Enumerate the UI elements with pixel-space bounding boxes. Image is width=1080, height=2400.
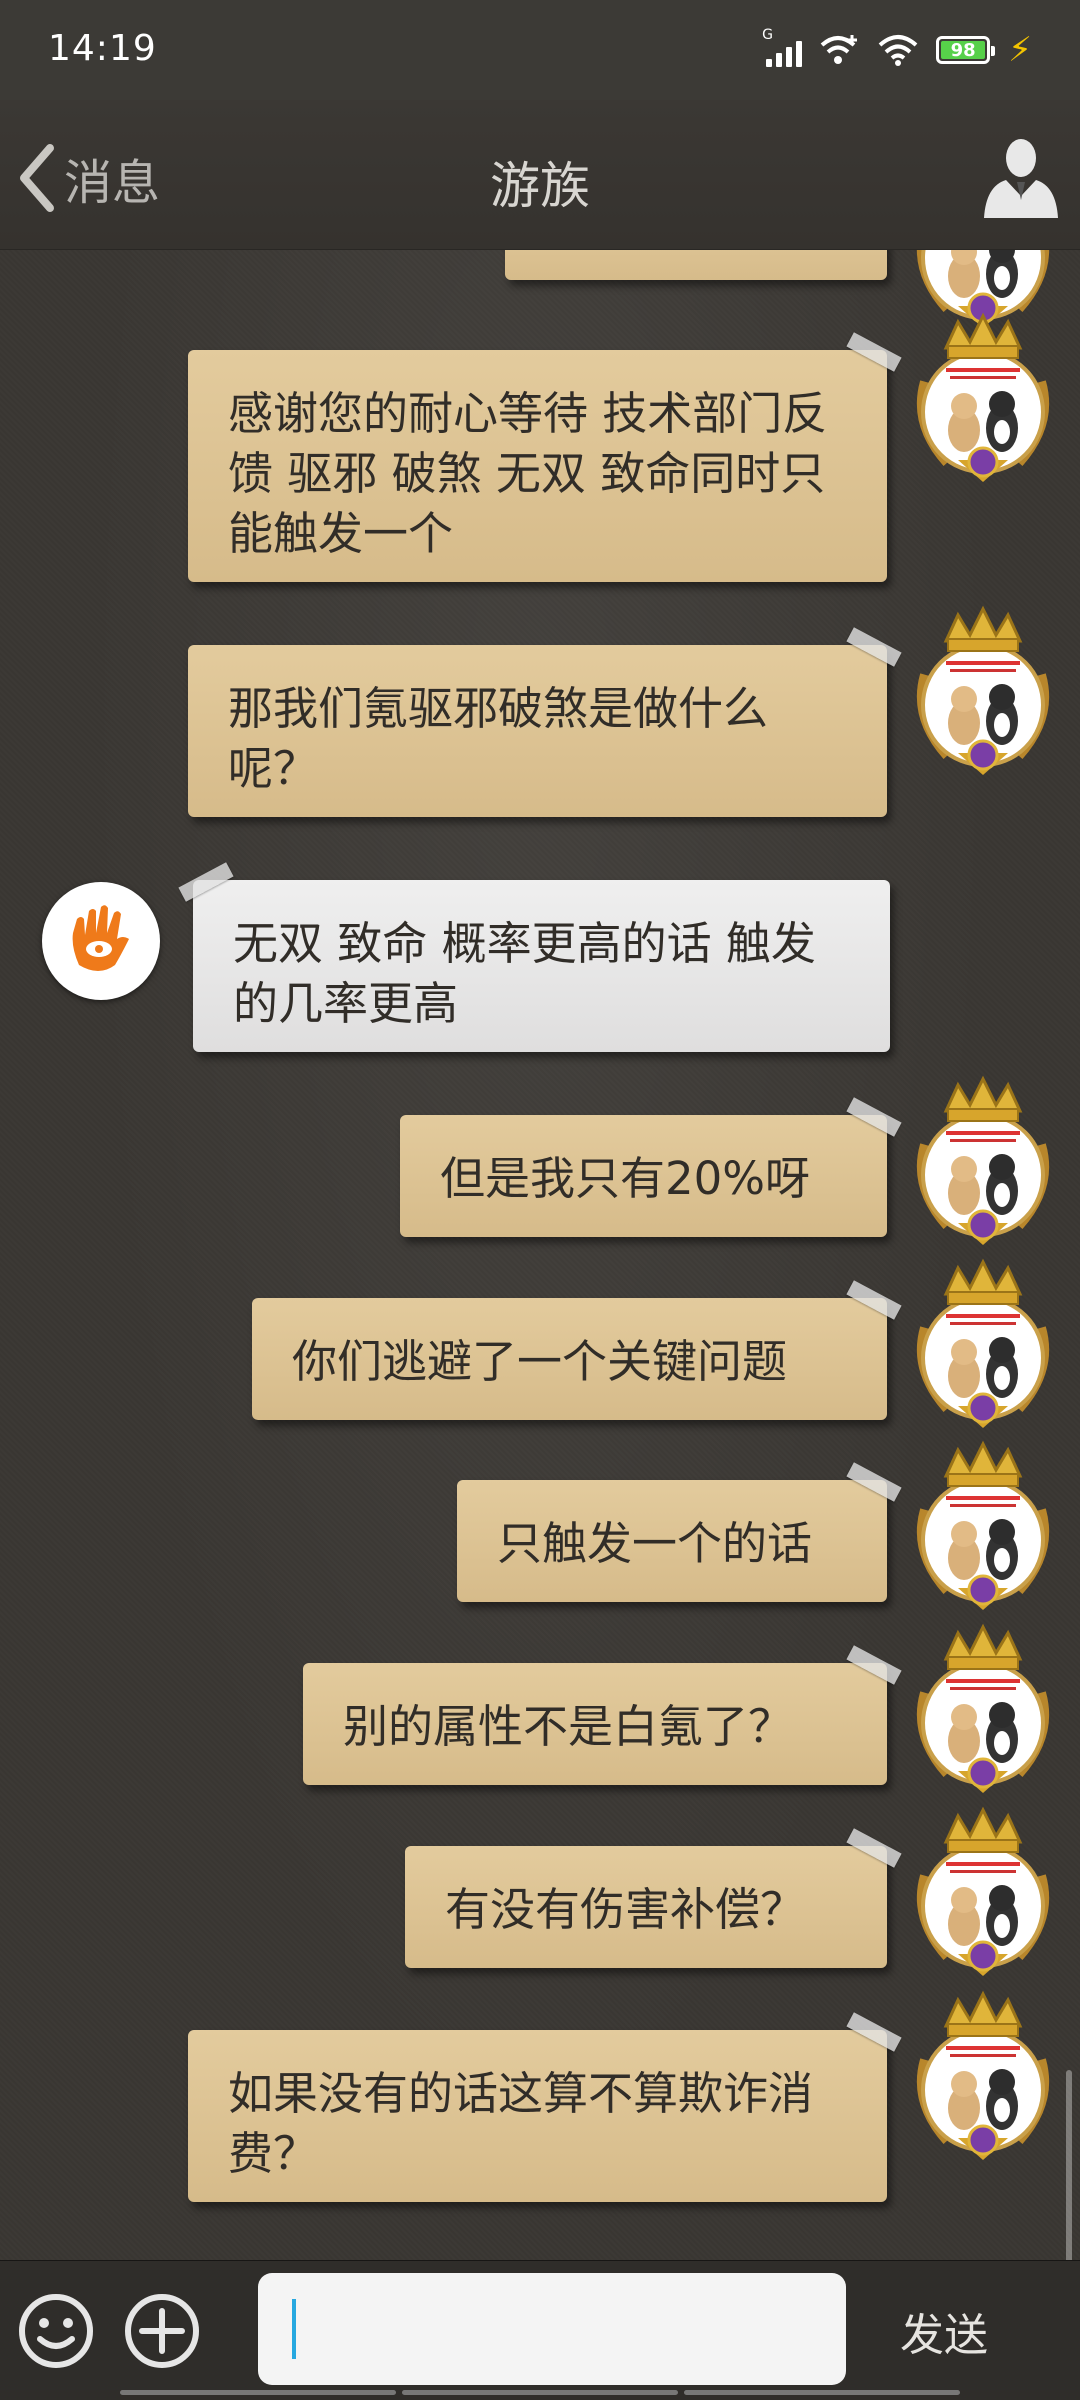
message-bubble: 但是我只有20%呀 [400,1097,902,1237]
status-bar: 14:19 G 98 ⚡ [0,0,1080,100]
battery-icon: 98 [936,36,996,64]
battery-level: 98 [950,39,976,61]
user-avatar [908,605,1058,777]
message-text: 你们逃避了一个关键问题 [292,1335,788,1388]
message-bubble: 那我们氪驱邪破煞是做什么呢？ [188,627,902,817]
message-text: 无双 致命 概率更高的话 触发的几率更高 [233,917,816,1030]
message-text: 感谢您的耐心等待 技术部门反馈 驱邪 破煞 无双 致命同时只能触发一个 [228,387,828,560]
message-text: 那我们氪驱邪破煞是做什么呢？ [228,682,769,795]
user-avatar [908,1806,1058,1978]
message-text: 只触发一个的话 [497,1517,813,1570]
wifi-plus-icon [820,35,858,64]
message-bubble: 有没有伤害补偿？ [405,1828,902,1968]
user-avatar [908,312,1058,484]
message-bubble: 别的属性不是白氪了？ [303,1645,902,1785]
service-avatar[interactable] [42,882,160,1000]
message-bubble: 无双 致命 概率更高的话 触发的几率更高 [178,862,890,1052]
gesture-bar [0,2390,1080,2400]
wifi-icon [878,35,918,66]
hand-logo-icon [72,905,129,971]
user-avatar [908,1258,1058,1430]
network-type: G [762,27,773,43]
message-bubble: 如果没有的话这算不算欺诈消费？ [188,2012,902,2202]
user-avatar [908,1075,1058,1247]
message-text: 别的属性不是白氪了？ [343,1700,794,1753]
message-text: 有没有伤害补偿？ [445,1883,806,1936]
message-input[interactable] [258,2273,846,2385]
user-avatar [908,1990,1058,2162]
nav-header: 消息 游族 [0,100,1080,250]
status-icons: G 98 ⚡ [762,27,1032,70]
user-avatar [908,1440,1058,1612]
user-silhouette-icon[interactable] [976,130,1066,220]
message-bubble-partial [505,250,887,280]
plus-circle-icon[interactable] [122,2291,202,2371]
cell-signal-icon: G [762,27,803,67]
send-button[interactable]: 发送 [900,2299,988,2363]
message-bubble: 你们逃避了一个关键问题 [252,1280,902,1420]
charging-icon: ⚡ [1008,30,1032,70]
user-avatar [908,1623,1058,1795]
message-bubble: 只触发一个的话 [457,1462,902,1602]
message-text: 如果没有的话这算不算欺诈消费？ [228,2067,814,2180]
page-title: 游族 [490,157,590,215]
message-bubble: 感谢您的耐心等待 技术部门反馈 驱邪 破煞 无双 致命同时只能触发一个 [188,332,902,582]
input-bar: 发送 [0,2260,1080,2400]
message-list[interactable]: 感谢您的耐心等待 技术部门反馈 驱邪 破煞 无双 致命同时只能触发一个 那我们氪… [0,250,1080,2260]
smiley-icon[interactable] [16,2291,96,2371]
text-cursor [292,2299,296,2359]
scrollbar[interactable] [1066,2070,1072,2260]
status-time: 14:19 [48,28,157,69]
chat-screen: 14:19 G 98 ⚡ 消息 游族 感谢您的耐心等待 技术部门反馈 驱邪 破煞… [0,0,1080,2400]
message-text: 但是我只有20%呀 [440,1152,811,1205]
